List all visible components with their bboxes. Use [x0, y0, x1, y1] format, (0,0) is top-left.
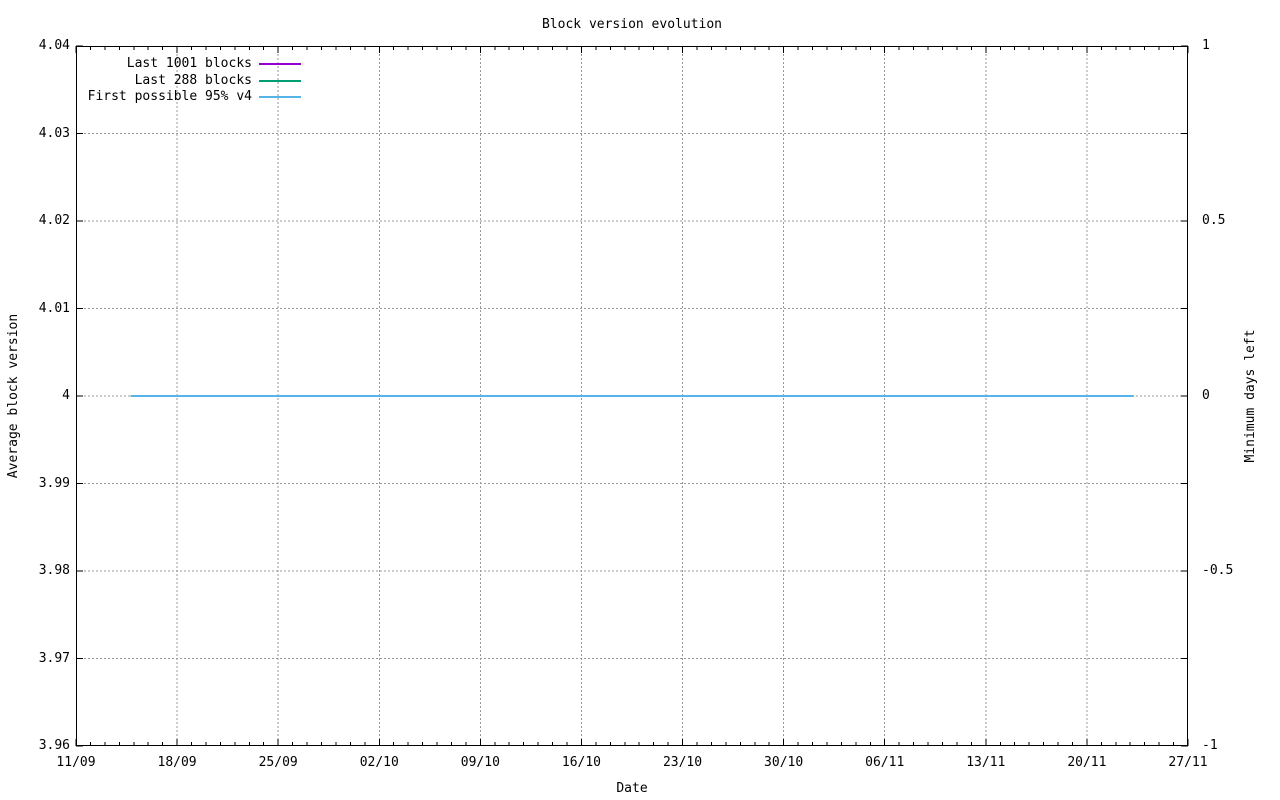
y2-tick-label: 1 [1202, 38, 1278, 54]
y-tick-label: 4 [0, 388, 70, 404]
y-tick-label: 4.03 [0, 126, 70, 142]
y-tick-label: 4.01 [0, 301, 70, 317]
x-tick-label: 13/11 [946, 755, 1026, 771]
legend-item-label: First possible 95% v4 [80, 89, 252, 105]
y-tick-label: 3.99 [0, 476, 70, 492]
y-tick-label: 4.04 [0, 38, 70, 54]
x-tick-label: 02/10 [339, 755, 419, 771]
x-tick-label: 20/11 [1047, 755, 1127, 771]
y-tick-label: 4.02 [0, 213, 70, 229]
x-tick-label: 23/10 [643, 755, 723, 771]
x-tick-label: 30/10 [744, 755, 824, 771]
legend-line-sample [259, 96, 301, 98]
legend-item-label: Last 288 blocks [80, 73, 252, 89]
y-tick-label: 3.98 [0, 563, 70, 579]
y-tick-label: 3.97 [0, 651, 70, 667]
x-axis-label: Date [76, 781, 1188, 797]
y-tick-label: 3.96 [0, 738, 70, 754]
x-tick-label: 27/11 [1148, 755, 1228, 771]
y2-tick-label: 0.5 [1202, 213, 1278, 229]
y2-tick-label: 0 [1202, 388, 1278, 404]
plot-svg [0, 0, 1280, 800]
x-tick-label: 16/10 [541, 755, 621, 771]
x-tick-label: 06/11 [845, 755, 925, 771]
y2-tick-label: -0.5 [1202, 563, 1278, 579]
x-tick-label: 25/09 [238, 755, 318, 771]
x-tick-label: 09/10 [440, 755, 520, 771]
y2-tick-label: -1 [1202, 738, 1278, 754]
legend-item: First possible 95% v4 [0, 89, 320, 105]
x-tick-label: 11/09 [36, 755, 116, 771]
legend-line-sample [259, 80, 301, 82]
legend-item-label: Last 1001 blocks [80, 56, 252, 72]
legend-line-sample [259, 63, 301, 65]
legend-item: Last 1001 blocks [0, 56, 320, 72]
chart-title: Block version evolution [76, 17, 1188, 33]
x-tick-label: 18/09 [137, 755, 217, 771]
legend-item: Last 288 blocks [0, 73, 320, 89]
block-version-evolution-chart: Block version evolution Date Average blo… [0, 0, 1280, 800]
